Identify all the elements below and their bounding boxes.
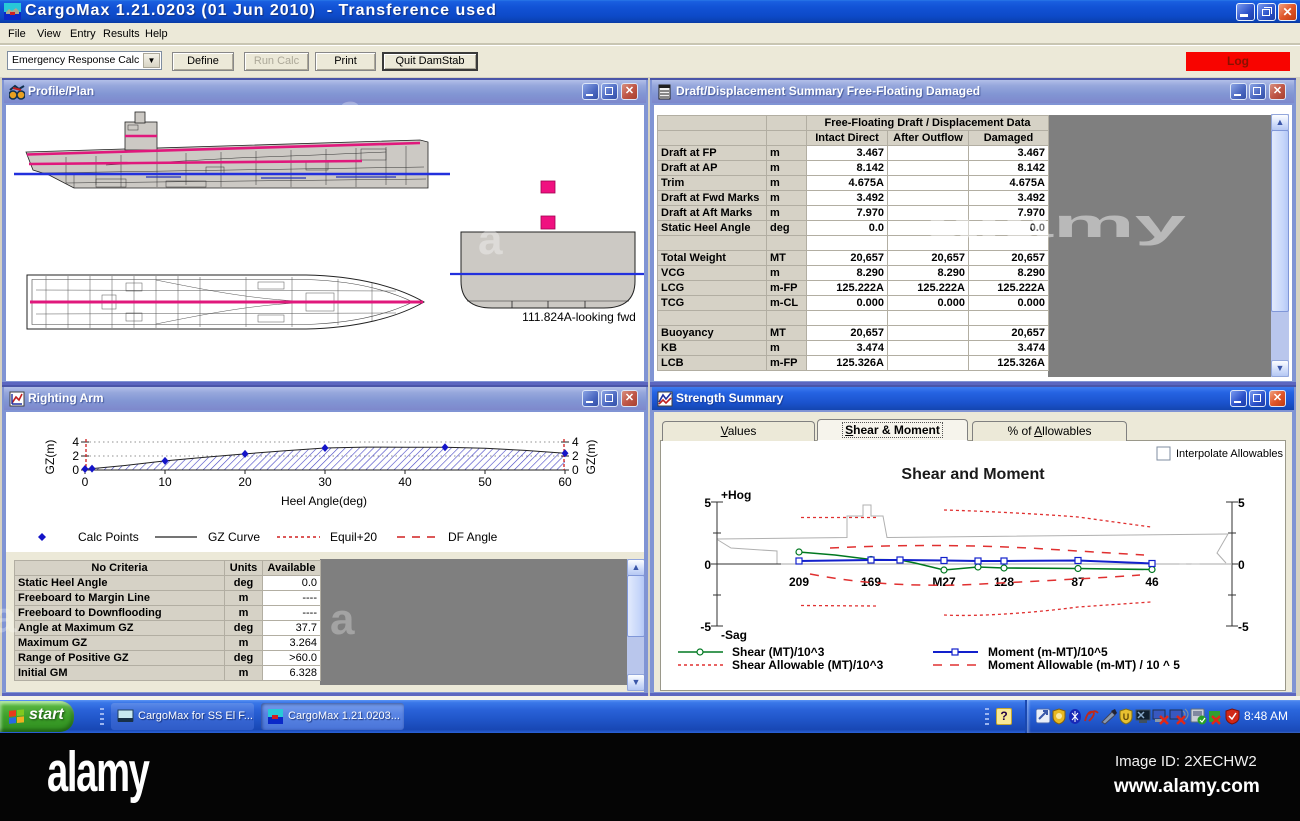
svg-text:U: U [1123, 712, 1130, 722]
svg-text:40: 40 [398, 475, 412, 489]
svg-text:30: 30 [318, 475, 332, 489]
svg-text:GZ Curve: GZ Curve [208, 530, 260, 544]
svg-text:Shear Allowable (MT)/10^3: Shear Allowable (MT)/10^3 [732, 658, 884, 672]
svg-text:GZ(m): GZ(m) [584, 440, 598, 475]
svg-text:Shear and Moment: Shear and Moment [901, 466, 1045, 483]
svg-text:20: 20 [238, 475, 252, 489]
svg-text:4: 4 [72, 435, 79, 449]
svg-text:2: 2 [572, 449, 579, 463]
svg-text:+Hog: +Hog [721, 488, 751, 502]
svg-text:DF Angle: DF Angle [448, 530, 498, 544]
svg-text:60: 60 [558, 475, 572, 489]
svg-text:87: 87 [1071, 575, 1085, 589]
svg-text:Interpolate Allowables: Interpolate Allowables [1176, 448, 1284, 460]
svg-text:5: 5 [704, 496, 711, 510]
svg-text:5: 5 [1238, 496, 1245, 510]
svg-text:-5: -5 [700, 620, 711, 634]
svg-text:128: 128 [994, 575, 1014, 589]
svg-text:0: 0 [572, 463, 579, 477]
svg-text:GZ(m): GZ(m) [43, 440, 57, 475]
svg-text:0: 0 [72, 463, 79, 477]
svg-text:Moment Allowable (m-MT) / 10 ^: Moment Allowable (m-MT) / 10 ^ 5 [988, 658, 1180, 672]
svg-text:M27: M27 [932, 575, 956, 589]
svg-text:Equil+20: Equil+20 [330, 530, 377, 544]
svg-text:2: 2 [72, 449, 79, 463]
svg-text:10: 10 [158, 475, 172, 489]
svg-text:Moment (m-MT)/10^5: Moment (m-MT)/10^5 [988, 645, 1108, 659]
svg-text:0: 0 [82, 475, 89, 489]
svg-text:Shear (MT)/10^3: Shear (MT)/10^3 [732, 645, 825, 659]
svg-text:0: 0 [704, 558, 711, 572]
svg-text:46: 46 [1145, 575, 1159, 589]
svg-text:Calc Points: Calc Points [78, 530, 139, 544]
svg-text:209: 209 [789, 575, 809, 589]
svg-text:0: 0 [1238, 558, 1245, 572]
svg-text:-5: -5 [1238, 620, 1249, 634]
svg-text:111.824A-looking fwd: 111.824A-looking fwd [522, 310, 636, 324]
svg-text:-Sag: -Sag [721, 628, 747, 642]
svg-text:4: 4 [572, 435, 579, 449]
svg-text:50: 50 [478, 475, 492, 489]
svg-text:Heel Angle(deg): Heel Angle(deg) [281, 494, 367, 508]
